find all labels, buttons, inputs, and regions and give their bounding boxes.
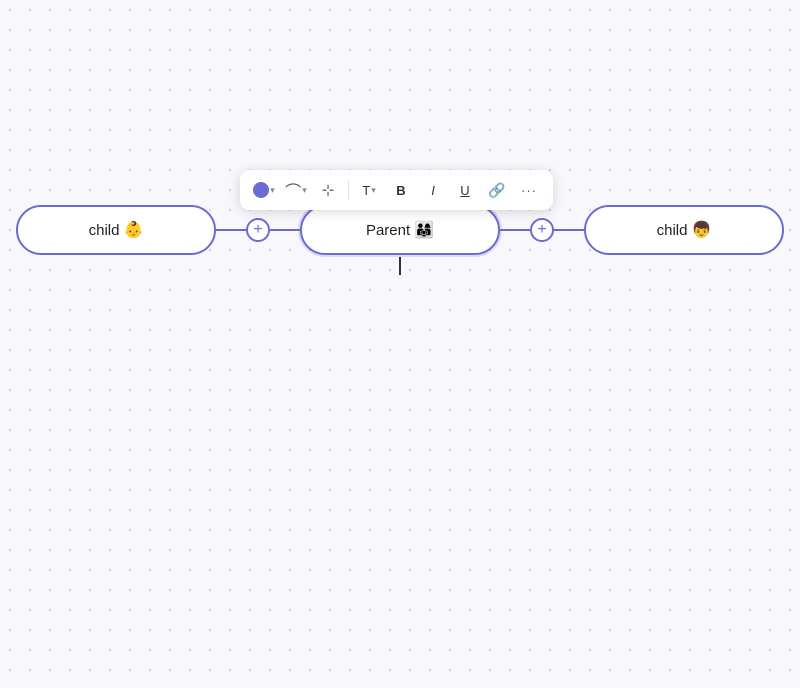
text-cursor	[399, 257, 401, 275]
underline-button[interactable]: U	[451, 176, 479, 204]
right-child-node[interactable]: child 👦	[584, 205, 784, 255]
text-chevron-icon: ▾	[371, 185, 376, 196]
left-child-label: child	[89, 222, 120, 239]
right-connector: +	[500, 218, 584, 242]
left-connector-line	[216, 229, 246, 231]
line-style-button[interactable]: ⌒ ▾	[282, 176, 310, 204]
right-connector-line	[500, 229, 530, 231]
color-chevron-icon: ▾	[270, 185, 275, 196]
color-dot	[253, 182, 269, 198]
text-label: T	[362, 183, 370, 198]
align-icon: ⊹	[322, 181, 335, 199]
add-left-button[interactable]: +	[246, 218, 270, 242]
right-connector-line-2	[554, 229, 584, 231]
left-child-node[interactable]: child 👶	[16, 205, 216, 255]
italic-icon: I	[431, 183, 435, 198]
canvas: ▾ ⌒ ▾ ⊹ T ▾ B I U 🔗	[0, 0, 800, 688]
right-child-emoji: 👦	[691, 220, 711, 240]
bold-button[interactable]: B	[387, 176, 415, 204]
parent-emoji: 👨‍👩‍👧	[414, 220, 434, 240]
link-icon: 🔗	[488, 182, 505, 199]
bold-icon: B	[396, 183, 405, 198]
right-child-label: child	[657, 222, 688, 239]
mindmap-canvas: child 👶 + Parent 👨‍👩‍👧 +	[20, 205, 780, 255]
more-options-button[interactable]: ···	[515, 176, 543, 204]
left-child-emoji: 👶	[123, 220, 143, 240]
parent-label: Parent	[366, 222, 410, 239]
italic-button[interactable]: I	[419, 176, 447, 204]
color-picker-button[interactable]: ▾	[250, 176, 278, 204]
divider-1	[348, 180, 349, 200]
formatting-toolbar: ▾ ⌒ ▾ ⊹ T ▾ B I U 🔗	[240, 170, 553, 210]
line-style-icon: ⌒	[285, 178, 301, 202]
left-connector: +	[216, 218, 300, 242]
align-button[interactable]: ⊹	[314, 176, 342, 204]
parent-node[interactable]: Parent 👨‍👩‍👧	[300, 205, 500, 255]
left-connector-line-2	[270, 229, 300, 231]
link-button[interactable]: 🔗	[483, 176, 511, 204]
line-style-chevron-icon: ▾	[302, 185, 307, 196]
add-right-button[interactable]: +	[530, 218, 554, 242]
add-left-icon: +	[253, 221, 262, 239]
more-icon: ···	[521, 183, 537, 198]
add-right-icon: +	[537, 221, 546, 239]
text-style-button[interactable]: T ▾	[355, 176, 383, 204]
underline-icon: U	[460, 183, 469, 198]
